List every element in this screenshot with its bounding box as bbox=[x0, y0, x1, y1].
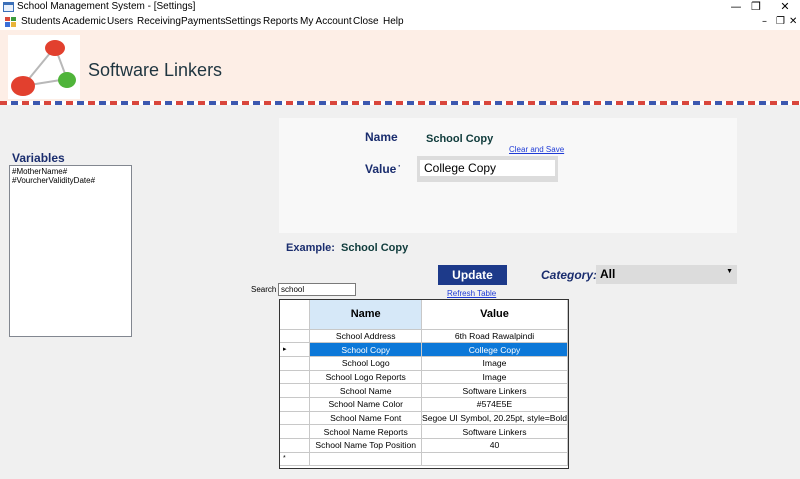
category-selected-value: All bbox=[600, 267, 616, 281]
value-cell[interactable]: College Copy bbox=[421, 342, 569, 357]
header-banner: Software Linkers bbox=[0, 30, 800, 105]
app-icon bbox=[3, 2, 14, 12]
value-cell[interactable]: 6th Road Rawalpindi bbox=[421, 329, 569, 344]
clear-and-save-link[interactable]: Clear and Save bbox=[509, 145, 564, 154]
row-header[interactable] bbox=[280, 383, 311, 398]
network-logo-icon bbox=[11, 40, 76, 96]
child-minimize-button[interactable]: – bbox=[762, 15, 767, 29]
window-title: School Management System - [Settings] bbox=[17, 1, 196, 12]
new-row-header[interactable]: * bbox=[280, 452, 311, 467]
value-cell[interactable]: Software Linkers bbox=[421, 383, 569, 398]
row-header[interactable] bbox=[280, 329, 311, 344]
value-cell[interactable]: Segoe UI Symbol, 20.25pt, style=Bold bbox=[421, 411, 569, 426]
value-label: Value bbox=[365, 162, 397, 176]
variables-list[interactable]: #MotherName# #VourcherValidityDate# bbox=[9, 165, 132, 337]
name-cell[interactable]: School Name Reports bbox=[309, 424, 422, 439]
menu-academic[interactable]: Academic bbox=[62, 16, 106, 27]
value-cell[interactable]: #574E5E bbox=[421, 397, 569, 412]
row-header[interactable] bbox=[280, 356, 311, 371]
brand-name: Software Linkers bbox=[88, 60, 223, 80]
name-cell[interactable]: School Name bbox=[309, 383, 422, 398]
child-close-button[interactable]: ✕ bbox=[789, 15, 797, 29]
row-header[interactable] bbox=[280, 438, 311, 453]
menu-settings[interactable]: Settings bbox=[225, 16, 261, 27]
variable-item[interactable]: #VourcherValidityDate# bbox=[12, 176, 129, 185]
table-row[interactable]: School Name Reports Software Linkers bbox=[280, 424, 569, 439]
menu-close[interactable]: Close bbox=[353, 16, 379, 27]
update-button[interactable]: Update bbox=[438, 265, 507, 285]
close-window-button[interactable]: ✕ bbox=[765, 0, 800, 15]
row-header[interactable] bbox=[280, 397, 311, 412]
search-input[interactable] bbox=[278, 283, 356, 296]
row-header[interactable] bbox=[280, 424, 311, 439]
menu-help[interactable]: Help bbox=[383, 16, 404, 27]
menu-students[interactable]: Students bbox=[21, 16, 60, 27]
name-cell[interactable]: School Name Font bbox=[309, 411, 422, 426]
name-cell[interactable]: School Copy bbox=[309, 342, 422, 357]
category-label: Category: bbox=[541, 268, 598, 282]
name-cell[interactable]: School Logo bbox=[309, 356, 422, 371]
row-header[interactable]: ▸ bbox=[280, 342, 311, 357]
row-header[interactable] bbox=[280, 411, 311, 426]
name-cell[interactable]: School Name Color bbox=[309, 397, 422, 412]
value-input[interactable] bbox=[420, 160, 555, 176]
refresh-table-link[interactable]: Refresh Table bbox=[447, 289, 496, 298]
settings-grid[interactable]: Name Value School Address 6th Road Rawalp… bbox=[279, 299, 569, 469]
category-select[interactable]: All ▼ bbox=[596, 265, 737, 284]
child-restore-button[interactable]: ❐ bbox=[776, 15, 785, 29]
name-cell[interactable]: School Name Top Position bbox=[309, 438, 422, 453]
value-cell[interactable]: 40 bbox=[421, 438, 569, 453]
table-row[interactable]: School Logo Image bbox=[280, 356, 569, 371]
name-cell[interactable]: School Address bbox=[309, 329, 422, 344]
name-cell[interactable]: School Logo Reports bbox=[309, 370, 422, 385]
variables-title: Variables bbox=[12, 151, 65, 165]
title-bar: School Management System - [Settings] — … bbox=[0, 0, 800, 15]
logo bbox=[8, 35, 80, 99]
menu-payments[interactable]: Payments bbox=[181, 16, 225, 27]
table-row[interactable]: ▸ School Copy College Copy bbox=[280, 342, 569, 357]
value-cell[interactable]: Software Linkers bbox=[421, 424, 569, 439]
table-row[interactable]: School Address 6th Road Rawalpindi bbox=[280, 329, 569, 344]
example-value: School Copy bbox=[341, 242, 409, 254]
table-row[interactable]: School Name Top Position 40 bbox=[280, 438, 569, 453]
menu-bar: Students Academic Users Receiving Paymen… bbox=[0, 15, 800, 30]
menu-receiving[interactable]: Receiving bbox=[137, 16, 181, 27]
value-cell[interactable]: Image bbox=[421, 370, 569, 385]
value-cell[interactable]: Image bbox=[421, 356, 569, 371]
child-window-icon[interactable] bbox=[5, 17, 16, 27]
menu-reports[interactable]: Reports bbox=[263, 16, 298, 27]
search-label: Search bbox=[251, 285, 277, 294]
new-row-value-cell[interactable] bbox=[421, 452, 569, 467]
table-row[interactable]: School Name Software Linkers bbox=[280, 383, 569, 398]
row-header[interactable] bbox=[280, 370, 311, 385]
column-header-value[interactable]: Value bbox=[421, 300, 569, 330]
table-row[interactable]: School Logo Reports Image bbox=[280, 370, 569, 385]
name-label: Name bbox=[365, 130, 398, 144]
menu-users[interactable]: Users bbox=[107, 16, 133, 27]
row-header-corner bbox=[280, 300, 311, 330]
column-header-name[interactable]: Name bbox=[309, 300, 422, 330]
chevron-down-icon[interactable]: ▼ bbox=[726, 268, 733, 275]
table-row[interactable]: School Name Color #574E5E bbox=[280, 397, 569, 412]
new-row-name-cell[interactable] bbox=[309, 452, 422, 467]
table-row[interactable]: School Name Font Segoe UI Symbol, 20.25pt… bbox=[280, 411, 569, 426]
menu-my-account[interactable]: My Account bbox=[300, 16, 352, 27]
name-value: School Copy bbox=[426, 133, 494, 145]
value-required-marker: · bbox=[398, 161, 401, 171]
header-divider bbox=[0, 101, 800, 105]
variable-item[interactable]: #MotherName# bbox=[12, 167, 129, 176]
value-field-frame bbox=[417, 156, 558, 182]
example-label: Example: bbox=[286, 242, 335, 254]
new-row[interactable]: * bbox=[280, 452, 569, 467]
